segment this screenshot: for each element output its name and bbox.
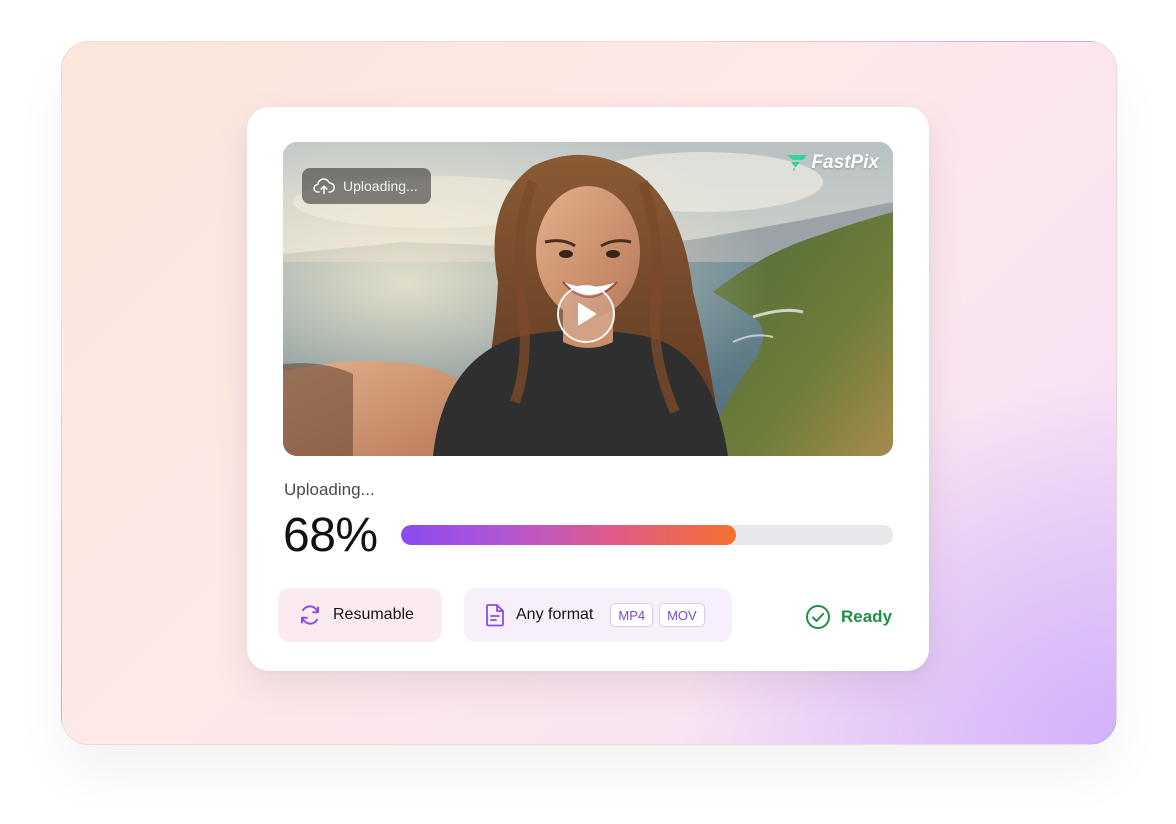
video-preview[interactable]: Uploading... FastPix bbox=[283, 142, 893, 456]
format-tag-mp4: MP4 bbox=[610, 603, 654, 627]
document-icon bbox=[486, 604, 504, 627]
check-circle-icon bbox=[806, 605, 830, 629]
format-tags: MP4 MOV bbox=[610, 603, 705, 627]
play-icon bbox=[578, 303, 596, 325]
brand-logo: FastPix bbox=[786, 152, 879, 174]
fastpix-logo-icon bbox=[787, 155, 808, 172]
play-button[interactable] bbox=[557, 285, 615, 343]
upload-progress-fill bbox=[401, 525, 736, 545]
ready-label: Ready bbox=[841, 607, 893, 626]
upload-card: Uploading... FastPix Uploading... 68% Re… bbox=[247, 107, 929, 671]
format-tag-mov: MOV bbox=[659, 603, 705, 627]
resumable-label: Resumable bbox=[333, 606, 414, 623]
format-feature: Any format MP4 MOV bbox=[464, 588, 732, 642]
cloud-upload-icon bbox=[313, 178, 335, 195]
resumable-feature: Resumable bbox=[278, 588, 442, 642]
format-label: Any format bbox=[516, 606, 594, 623]
uploading-chip: Uploading... bbox=[302, 168, 431, 204]
brand-name: FastPix bbox=[811, 152, 879, 173]
refresh-icon bbox=[301, 605, 319, 625]
upload-percent: 68% bbox=[283, 509, 378, 562]
ready-status: Ready bbox=[805, 604, 892, 630]
upload-progress-bar bbox=[401, 525, 893, 545]
uploading-chip-label: Uploading... bbox=[343, 178, 418, 194]
upload-status-label: Uploading... bbox=[284, 480, 375, 499]
